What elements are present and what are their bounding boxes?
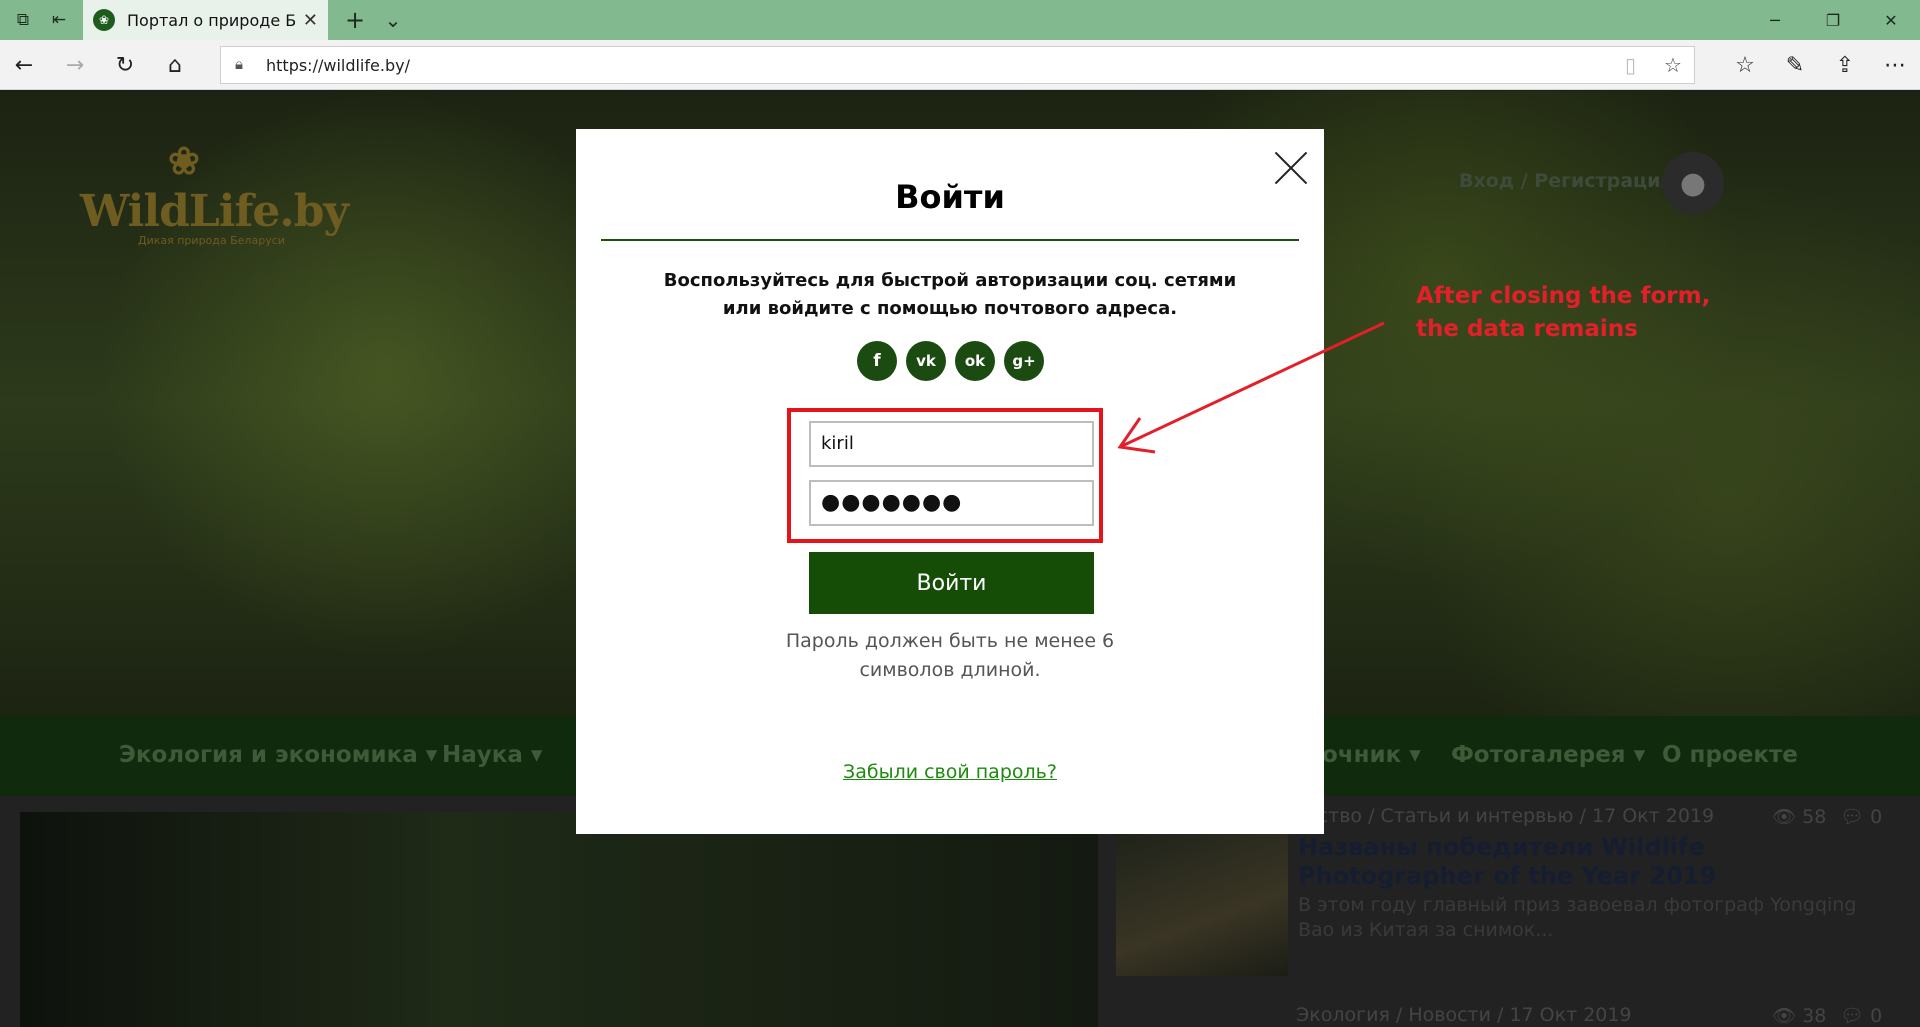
user-avatar-icon[interactable]: ● xyxy=(1662,152,1724,214)
news-description: В этом году главный приз завоевал фотогр… xyxy=(1298,894,1857,941)
forgot-password-link[interactable]: Забыли свой пароль? xyxy=(576,761,1324,783)
news-title[interactable]: Названы победители Wildlife Photographer… xyxy=(1298,833,1858,891)
comments-count: 0 xyxy=(1870,1005,1883,1027)
username-field[interactable]: kiril xyxy=(809,421,1094,467)
facebook-icon[interactable]: f xyxy=(857,341,897,381)
tab-actions-icon[interactable]: ⧉ xyxy=(8,0,38,40)
login-modal: Войти Воспользуйтесь для быстрой авториз… xyxy=(576,129,1324,834)
forward-icon[interactable]: → xyxy=(55,45,95,85)
news-meta: усство / Статьи и интервью / 17 Окт 2019 xyxy=(1296,805,1715,827)
menu-item-about[interactable]: О проекте xyxy=(1662,742,1798,768)
logo-subtitle: Дикая природа Беларуси xyxy=(138,234,285,247)
restore-button[interactable]: ❐ xyxy=(1808,0,1858,40)
featured-article-image[interactable] xyxy=(20,812,1098,1027)
news-thumbnail[interactable] xyxy=(1116,828,1288,976)
logo-text: WildLife.by xyxy=(80,186,349,237)
home-icon[interactable]: ⌂ xyxy=(155,45,195,85)
pen-icon[interactable]: ✎ xyxy=(1775,45,1815,85)
menu-item-ecology[interactable]: Экология и экономика ▾ xyxy=(119,742,437,768)
social-login-buttons: f vk ok g+ xyxy=(857,341,1044,381)
news-views: 👁︎ 58 xyxy=(1772,806,1827,828)
paw-icon: ❀ xyxy=(168,138,200,183)
share-icon[interactable]: ⇪ xyxy=(1825,45,1865,85)
favorite-star-icon[interactable]: ☆ xyxy=(1664,53,1682,77)
refresh-icon[interactable]: ↻ xyxy=(105,45,145,85)
views-count: 38 xyxy=(1802,1005,1827,1027)
login-submit-button[interactable]: Войти xyxy=(809,552,1094,614)
news-comments: 💬︎ 0 xyxy=(1840,1005,1883,1027)
new-tab-button[interactable]: + xyxy=(340,0,370,40)
comments-count: 0 xyxy=(1870,806,1883,828)
minimize-button[interactable]: ─ xyxy=(1750,0,1800,40)
paw-favicon-icon: ❀ xyxy=(93,9,115,31)
modal-title: Войти xyxy=(895,178,1005,216)
news-views: 👁︎ 38 xyxy=(1772,1005,1827,1027)
address-url[interactable]: https://wildlife.by/ xyxy=(266,56,410,75)
tab-close-icon[interactable]: ✕ xyxy=(303,10,318,31)
views-count: 58 xyxy=(1802,806,1827,828)
tab-title: Портал о природе Бел xyxy=(127,10,297,30)
social-login-hint: Воспользуйтесь для быстрой авторизации с… xyxy=(663,270,1237,319)
browser-tab[interactable]: ❀ Портал о природе Бел ✕ xyxy=(83,0,328,40)
login-register-link[interactable]: Вход / Регистрация xyxy=(1459,170,1673,192)
lock-icon: 🔒︎ xyxy=(235,55,243,73)
password-error-message: Пароль должен быть не менее 6 символов д… xyxy=(785,630,1115,681)
annotation-line-2: the data remains xyxy=(1416,316,1638,342)
title-divider xyxy=(601,239,1299,241)
favorites-list-icon[interactable]: ☆ xyxy=(1725,45,1765,85)
menu-item-science[interactable]: Наука ▾ xyxy=(442,742,542,768)
password-field[interactable]: ●●●●●●● xyxy=(809,480,1094,526)
more-icon[interactable]: ⋯ xyxy=(1875,45,1915,85)
tab-list-chevron-icon[interactable]: ⌄ xyxy=(378,0,408,40)
odnoklassniki-icon[interactable]: ok xyxy=(955,341,995,381)
annotation-text: After closing the form, the data remains xyxy=(1416,280,1710,346)
address-bar[interactable]: 🔒︎ https://wildlife.by/ ▯ ☆ xyxy=(220,46,1695,84)
reading-view-icon[interactable]: ▯ xyxy=(1625,53,1636,77)
vk-icon[interactable]: vk xyxy=(906,341,946,381)
annotation-line-1: After closing the form, xyxy=(1416,283,1711,309)
close-window-button[interactable]: ✕ xyxy=(1866,0,1916,40)
browser-titlebar: ⧉ ⇤ ❀ Портал о природе Бел ✕ + ⌄ ─ ❐ ✕ xyxy=(0,0,1920,40)
menu-item-gallery[interactable]: Фотогалерея ▾ xyxy=(1451,742,1645,768)
set-aside-tabs-icon[interactable]: ⇤ xyxy=(44,0,74,40)
back-icon[interactable]: ← xyxy=(4,45,44,85)
menu-item-reference[interactable]: очник ▾ xyxy=(1322,742,1421,768)
news-comments: 💬︎ 0 xyxy=(1840,806,1883,828)
site-logo[interactable]: ❀ WildLife.by Дикая природа Беларуси xyxy=(80,138,349,247)
google-plus-icon[interactable]: g+ xyxy=(1004,341,1044,381)
news-meta: Экология / Новости / 17 Окт 2019 xyxy=(1296,1004,1632,1026)
browser-navbar: ← → ↻ ⌂ 🔒︎ https://wildlife.by/ ▯ ☆ ☆ ✎ … xyxy=(0,40,1920,90)
